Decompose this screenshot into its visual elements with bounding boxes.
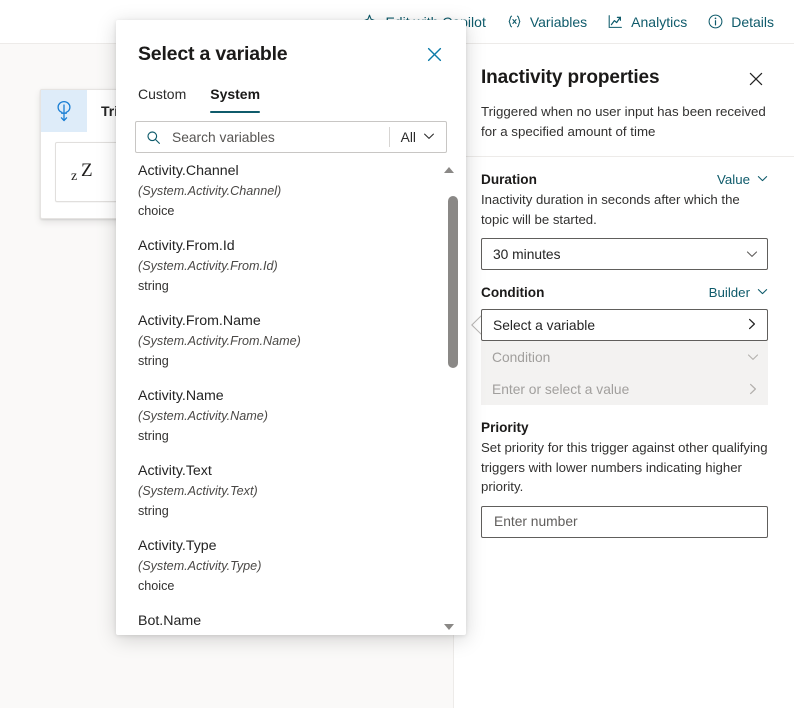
close-icon[interactable] xyxy=(744,67,768,91)
variable-name: Activity.Name xyxy=(138,388,224,404)
list-item[interactable]: Activity.Name (System.Activity.Name) strin… xyxy=(138,387,436,446)
priority-input-wrap[interactable] xyxy=(481,505,768,538)
search-filter-dropdown[interactable]: All xyxy=(390,130,446,145)
caret-up-icon[interactable] xyxy=(441,162,457,178)
condition-field: Condition Builder Select a variable Cond… xyxy=(471,285,768,405)
search-box[interactable]: All xyxy=(135,121,447,153)
condition-operator-row: Condition xyxy=(481,341,768,373)
variables-label: Variables xyxy=(529,13,588,30)
variable-path: (System.Bot.Name) xyxy=(138,632,436,635)
variable-name: Activity.From.Name xyxy=(138,313,261,329)
priority-label: Priority xyxy=(481,420,529,435)
close-icon[interactable] xyxy=(420,40,448,68)
chevron-down-icon xyxy=(747,351,759,363)
chevron-down-icon xyxy=(423,130,435,145)
list-item[interactable]: Activity.From.Id (System.Activity.From.Id… xyxy=(138,237,436,296)
variable-name: Activity.From.Id xyxy=(138,238,235,254)
variable-type: string xyxy=(138,354,169,368)
variable-list[interactable]: Activity.Channel (System.Activity.Channel… xyxy=(116,162,466,635)
duration-help-text: Inactivity duration in seconds after whi… xyxy=(481,192,740,227)
variables-braces-icon xyxy=(506,13,523,30)
condition-mode-label: Builder xyxy=(708,285,750,300)
details-button[interactable]: Details xyxy=(697,9,784,34)
chevron-down-icon xyxy=(757,285,768,300)
info-circle-icon xyxy=(707,13,724,30)
variable-path: (System.Activity.Text) xyxy=(138,484,258,498)
list-item[interactable]: Activity.Channel (System.Activity.Channel… xyxy=(138,162,436,221)
chevron-right-icon xyxy=(747,383,759,395)
list-item[interactable]: Bot.Name (System.Bot.Name) xyxy=(138,612,436,635)
priority-field: Priority Set priority for this trigger a… xyxy=(481,420,768,538)
variable-name: Activity.Type xyxy=(138,538,217,554)
variable-list-container: Activity.Channel (System.Activity.Channel… xyxy=(116,162,466,635)
trigger-lightning-pin-icon xyxy=(41,90,87,132)
variable-path: (System.Activity.From.Id) xyxy=(138,259,278,273)
chevron-right-icon xyxy=(746,318,758,333)
tab-system-label: System xyxy=(210,86,261,102)
variable-list-scrollbar[interactable] xyxy=(441,162,458,635)
properties-panel-header: Inactivity properties xyxy=(481,66,768,91)
caret-down-icon[interactable] xyxy=(441,619,457,635)
priority-input[interactable] xyxy=(492,513,757,530)
analytics-label: Analytics xyxy=(631,13,688,30)
dialog-title: Select a variable xyxy=(138,43,288,65)
list-item[interactable]: Activity.Text (System.Activity.Text) strin… xyxy=(138,462,436,521)
condition-variable-row[interactable]: Select a variable xyxy=(481,309,768,341)
search-container: All xyxy=(116,113,466,153)
variable-name: Bot.Name xyxy=(138,613,202,629)
scrollbar-thumb[interactable] xyxy=(448,196,458,368)
condition-value-placeholder: Enter or select a value xyxy=(492,381,630,397)
variable-path: (System.Activity.Name) xyxy=(138,409,268,423)
duration-mode-label: Value xyxy=(716,172,750,187)
search-icon xyxy=(136,130,170,145)
list-item[interactable]: Activity.From.Name (System.Activity.From.… xyxy=(138,312,436,371)
panel-description: Triggered when no user input has been re… xyxy=(481,104,766,139)
select-variable-dialog: Select a variable Custom System Search v… xyxy=(116,20,466,635)
duration-value: 30 minutes xyxy=(493,246,561,262)
condition-builder: Select a variable Condition Enter or sel… xyxy=(471,309,768,405)
chevron-down-icon xyxy=(757,172,768,187)
condition-mode-selector[interactable]: Builder xyxy=(709,285,768,300)
variable-path: (System.Activity.From.Name) xyxy=(138,334,301,348)
search-input[interactable] xyxy=(170,128,389,146)
duration-dropdown[interactable]: 30 minutes xyxy=(481,238,768,270)
chevron-down-icon xyxy=(746,248,758,260)
app-root: Edit with Copilot Variables Analytic xyxy=(0,0,794,708)
variable-name: Activity.Channel xyxy=(138,163,239,179)
tab-custom[interactable]: Custom xyxy=(138,86,186,113)
scrollbar-track[interactable] xyxy=(445,178,458,619)
condition-operator-placeholder: Condition xyxy=(492,349,551,365)
variable-path: (System.Activity.Channel) xyxy=(138,184,282,198)
duration-mode-selector[interactable]: Value xyxy=(717,172,768,187)
variable-type: string xyxy=(138,504,169,518)
variable-type: string xyxy=(138,279,169,293)
tab-custom-label: Custom xyxy=(138,86,187,102)
analytics-button[interactable]: Analytics xyxy=(597,9,697,34)
list-item[interactable]: Activity.Type (System.Activity.Type) choic… xyxy=(138,537,436,596)
details-label: Details xyxy=(731,13,774,30)
variables-button[interactable]: Variables xyxy=(496,9,597,34)
properties-panel: Inactivity properties Triggered when no … xyxy=(455,44,794,708)
analytics-trend-icon xyxy=(607,13,624,30)
search-filter-label: All xyxy=(400,129,416,145)
duration-label: Duration xyxy=(481,172,537,187)
priority-help-text: Set priority for this trigger against ot… xyxy=(481,440,768,494)
condition-label: Condition xyxy=(481,285,545,300)
condition-variable-value: Select a variable xyxy=(493,317,596,333)
variable-type: choice xyxy=(138,204,175,218)
condition-value-row: Enter or select a value xyxy=(481,373,768,405)
variable-name: Activity.Text xyxy=(138,463,212,479)
tab-system[interactable]: System xyxy=(210,86,260,113)
sleep-zz-icon: zZ xyxy=(71,160,93,184)
dialog-header: Select a variable xyxy=(116,20,466,68)
variable-type: string xyxy=(138,429,169,443)
panel-divider xyxy=(455,156,794,157)
variable-type: choice xyxy=(138,579,175,593)
variable-path: (System.Activity.Type) xyxy=(138,559,262,573)
dialog-tablist: Custom System xyxy=(116,68,466,113)
condition-disabled-rows: Condition Enter or select a value xyxy=(481,341,768,405)
duration-field: Duration Value Inactivity duration in se… xyxy=(481,172,768,270)
panel-title: Inactivity properties xyxy=(481,67,660,88)
